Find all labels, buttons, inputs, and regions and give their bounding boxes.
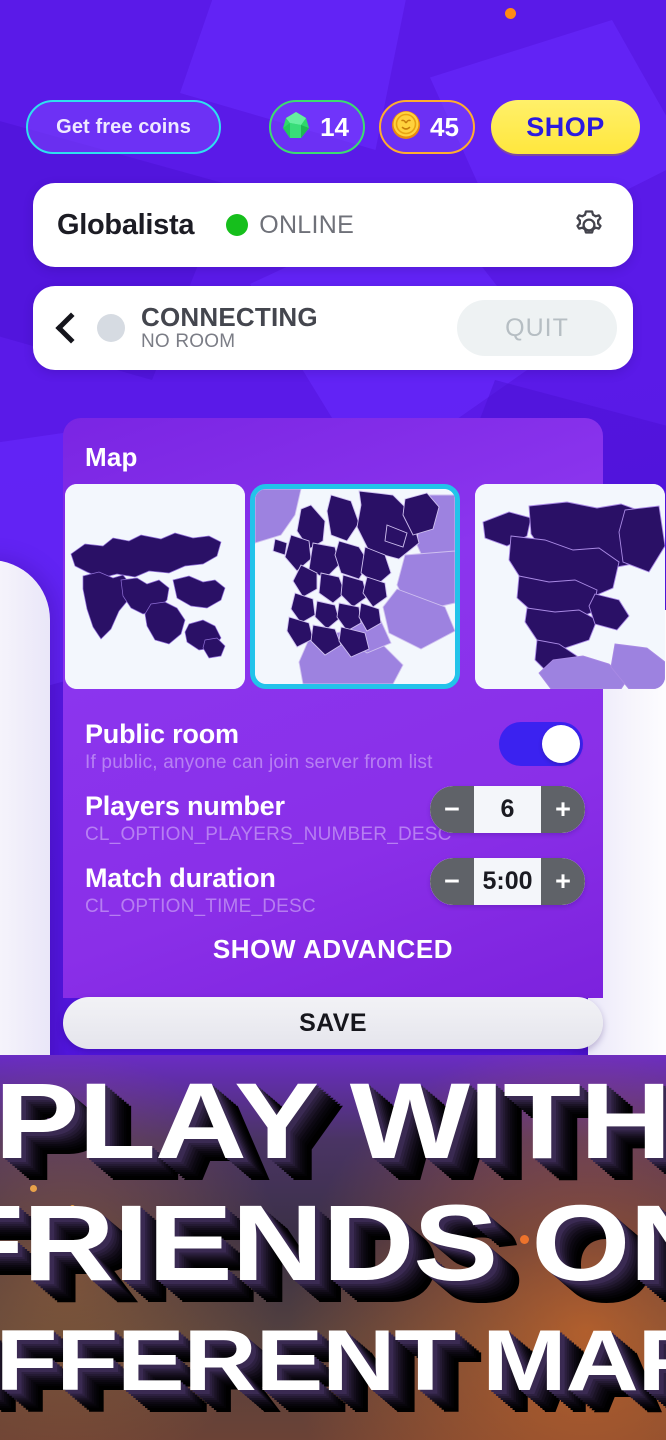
app-screen: Get free coins 14 45 SHOP Globalista ONL…	[0, 0, 666, 1440]
promo-headline: PLAY WITH FRIENDS ON DIFFERENT MAPS	[0, 1055, 666, 1440]
match-duration-value: 5:00	[482, 867, 533, 896]
duration-decrease-button[interactable]: −	[430, 858, 474, 906]
map-selector	[63, 484, 665, 689]
headline-line-2: FRIENDS ON	[0, 1181, 666, 1303]
map-option-north-america[interactable]	[475, 484, 665, 689]
gem-icon	[279, 108, 313, 147]
player-name: Globalista	[57, 208, 195, 241]
option-public-room: Public room If public, anyone can join s…	[63, 718, 603, 776]
connection-card: CONNECTING NO ROOM QUIT	[33, 286, 633, 370]
decorative-left-wedge	[0, 560, 50, 1120]
headline-line-1: PLAY WITH	[0, 1060, 666, 1181]
coin-icon	[389, 108, 423, 147]
show-advanced-button[interactable]: SHOW ADVANCED	[63, 934, 603, 965]
connection-state-dot-icon	[97, 314, 125, 342]
profile-card[interactable]: Globalista ONLINE	[33, 183, 633, 267]
top-bar: Get free coins 14 45 SHOP	[0, 98, 666, 156]
save-button[interactable]: SAVE	[63, 997, 603, 1049]
get-free-coins-button[interactable]: Get free coins	[26, 100, 222, 154]
options-list: Public room If public, anyone can join s…	[63, 718, 603, 920]
online-status-dot-icon	[226, 214, 249, 236]
players-number-stepper[interactable]: − 6 +	[430, 786, 585, 834]
coin-counter[interactable]: 45	[379, 100, 475, 154]
gear-icon[interactable]	[569, 205, 609, 245]
connection-title: CONNECTING	[141, 301, 318, 332]
gem-counter[interactable]: 14	[269, 100, 366, 154]
headline-line-3: DIFFERENT MAPS	[0, 1313, 666, 1410]
notification-dot-icon	[505, 8, 516, 19]
match-duration-stepper[interactable]: − 5:00 +	[430, 858, 585, 906]
world-map-icon	[65, 484, 245, 689]
connection-text: CONNECTING NO ROOM	[141, 301, 318, 353]
players-number-value: 6	[500, 795, 515, 824]
promo-hero: PLAY WITH FRIENDS ON DIFFERENT MAPS	[0, 1055, 666, 1440]
map-option-world[interactable]	[65, 484, 245, 689]
save-label: SAVE	[299, 1008, 367, 1037]
public-room-toggle[interactable]	[499, 722, 583, 766]
shop-button[interactable]: SHOP	[490, 100, 640, 154]
online-status-label: ONLINE	[259, 210, 355, 239]
quit-label: QUIT	[505, 313, 569, 342]
map-section-label: Map	[85, 442, 138, 472]
chevron-left-icon[interactable]	[53, 311, 79, 345]
get-free-coins-label: Get free coins	[56, 115, 191, 138]
quit-button[interactable]: QUIT	[457, 300, 617, 356]
coin-count: 45	[430, 111, 459, 142]
players-decrease-button[interactable]: −	[430, 786, 474, 834]
toggle-knob	[542, 725, 580, 763]
shop-label: SHOP	[526, 111, 605, 142]
gem-count: 14	[320, 111, 350, 142]
connection-subtitle: NO ROOM	[141, 330, 236, 352]
room-settings-panel: Map Public room If public, anyone can jo…	[63, 418, 665, 998]
europe-middle-east-map-icon	[255, 489, 455, 684]
map-option-europe-middle-east[interactable]	[250, 484, 460, 689]
north-america-map-icon	[475, 484, 665, 689]
option-match-duration: Match duration CL_OPTION_TIME_DESC − 5:0…	[63, 858, 603, 920]
option-players-number: Players number CL_OPTION_PLAYERS_NUMBER_…	[63, 786, 603, 848]
